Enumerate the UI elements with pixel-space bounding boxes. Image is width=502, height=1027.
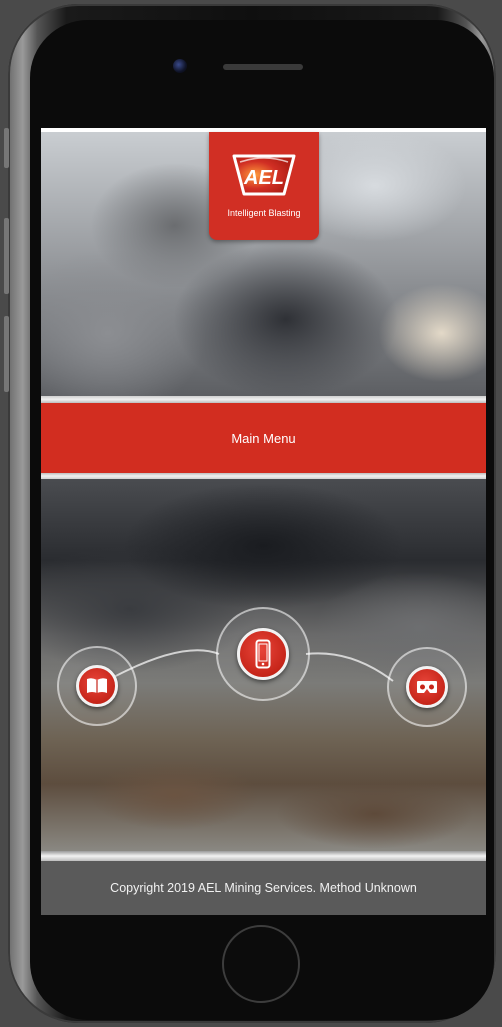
book-icon [87, 678, 107, 693]
front-camera [173, 59, 187, 73]
ael-logo: AEL Intelligent Blasting [209, 132, 319, 240]
home-button[interactable] [222, 925, 300, 1003]
nav-node-vr[interactable] [387, 647, 467, 727]
earpiece-speaker [223, 64, 303, 70]
phone-button[interactable] [237, 628, 289, 680]
footer: Copyright 2019 AEL Mining Services. Meth… [41, 861, 486, 915]
mute-switch [4, 128, 9, 168]
copyright-text: Copyright 2019 AEL Mining Services. Meth… [110, 881, 417, 895]
ael-logo-mark-icon: AEL [232, 154, 296, 196]
main-menu-bar[interactable]: Main Menu [41, 403, 486, 473]
vr-button[interactable] [406, 666, 448, 708]
book-button[interactable] [76, 665, 118, 707]
phone-icon [255, 639, 271, 669]
vr-headset-icon [417, 681, 437, 693]
volume-down-button [4, 316, 9, 392]
logo-tagline: Intelligent Blasting [227, 208, 301, 218]
volume-up-button [4, 218, 9, 294]
divider [41, 396, 486, 403]
logo-brand-text: AEL [243, 167, 284, 189]
app-screen: AEL Intelligent Blasting Main Menu Copyr… [41, 128, 486, 915]
main-menu-label: Main Menu [231, 430, 296, 446]
nav-node-book[interactable] [57, 646, 137, 726]
nav-node-phone[interactable] [216, 607, 310, 701]
navigation-scene-background [41, 479, 486, 851]
divider [41, 851, 486, 861]
